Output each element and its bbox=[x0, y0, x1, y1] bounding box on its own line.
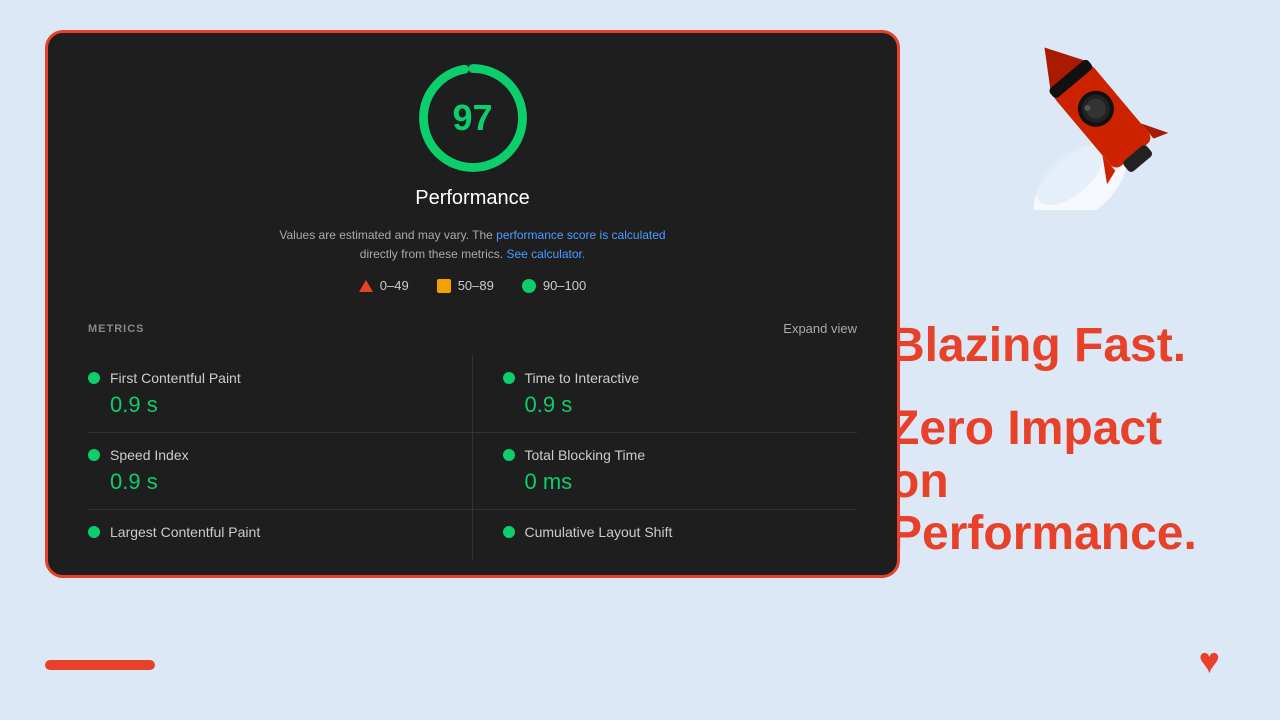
si-label: Speed Index bbox=[110, 447, 189, 463]
right-text-container: Blazing Fast. Zero Impact on Performance… bbox=[890, 320, 1230, 561]
legend-orange-range: 50–89 bbox=[458, 278, 494, 293]
main-card: 97 Performance Values are estimated and … bbox=[45, 30, 900, 578]
zero-impact-text: Zero Impact on Performance. bbox=[890, 403, 1230, 561]
si-value: 0.9 s bbox=[88, 469, 442, 495]
rocket-container bbox=[1020, 10, 1200, 210]
metric-tbt: Total Blocking Time 0 ms bbox=[473, 433, 858, 510]
orange-square-icon bbox=[437, 279, 451, 293]
legend-item-green: 90–100 bbox=[522, 278, 586, 293]
cls-status-dot bbox=[503, 526, 515, 538]
score-number: 97 bbox=[452, 97, 492, 139]
metric-fcp: First Contentful Paint 0.9 s bbox=[88, 356, 473, 433]
legend-item-orange: 50–89 bbox=[437, 278, 494, 293]
cls-label: Cumulative Layout Shift bbox=[525, 524, 673, 540]
metrics-grid: First Contentful Paint 0.9 s Time to Int… bbox=[88, 356, 857, 560]
rocket-icon bbox=[1020, 10, 1200, 210]
score-description: Values are estimated and may vary. The p… bbox=[279, 226, 665, 264]
tbt-status-dot bbox=[503, 449, 515, 461]
heart-icon: ♥ bbox=[1199, 640, 1220, 682]
bottom-bar bbox=[45, 660, 155, 670]
tbt-value: 0 ms bbox=[503, 469, 858, 495]
metric-lcp: Largest Contentful Paint bbox=[88, 510, 473, 560]
lcp-status-dot bbox=[88, 526, 100, 538]
tti-value: 0.9 s bbox=[503, 392, 858, 418]
tti-status-dot bbox=[503, 372, 515, 384]
see-calculator-link[interactable]: See calculator. bbox=[506, 247, 585, 261]
metrics-header: METRICS Expand view bbox=[88, 321, 857, 338]
lcp-label: Largest Contentful Paint bbox=[110, 524, 260, 540]
expand-view-button[interactable]: Expand view bbox=[783, 321, 857, 336]
green-circle-icon bbox=[522, 279, 536, 293]
legend-item-red: 0–49 bbox=[359, 278, 409, 293]
red-triangle-icon bbox=[359, 280, 373, 292]
metric-tti: Time to Interactive 0.9 s bbox=[473, 356, 858, 433]
score-section: 97 Performance bbox=[415, 63, 530, 210]
legend-red-range: 0–49 bbox=[380, 278, 409, 293]
fcp-value: 0.9 s bbox=[88, 392, 442, 418]
legend: 0–49 50–89 90–100 bbox=[359, 278, 586, 293]
score-label: Performance bbox=[415, 187, 530, 210]
score-calc-link[interactable]: performance score is calculated bbox=[496, 228, 665, 242]
fcp-status-dot bbox=[88, 372, 100, 384]
legend-green-range: 90–100 bbox=[543, 278, 586, 293]
tbt-label: Total Blocking Time bbox=[525, 447, 646, 463]
tti-label: Time to Interactive bbox=[525, 370, 640, 386]
score-circle: 97 bbox=[418, 63, 528, 173]
fcp-label: First Contentful Paint bbox=[110, 370, 241, 386]
metric-cls: Cumulative Layout Shift bbox=[473, 510, 858, 560]
metric-si: Speed Index 0.9 s bbox=[88, 433, 473, 510]
metrics-container: METRICS Expand view First Contentful Pai… bbox=[88, 321, 857, 560]
metrics-title: METRICS bbox=[88, 323, 145, 335]
blazing-fast-text: Blazing Fast. bbox=[890, 320, 1230, 373]
si-status-dot bbox=[88, 449, 100, 461]
